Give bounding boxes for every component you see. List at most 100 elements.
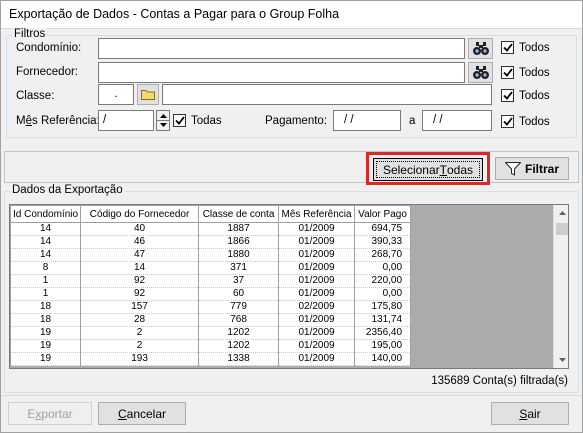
table-cell: 01/2009 xyxy=(278,326,356,340)
table-cell: 390,33 xyxy=(354,235,412,249)
footer-divider xyxy=(1,395,582,396)
table-cell: 01/2009 xyxy=(278,339,356,353)
column-header[interactable]: Mês Referência xyxy=(278,205,356,223)
table-cell: 92 xyxy=(80,274,200,288)
table-cell: 01/2009 xyxy=(278,222,356,236)
table-row[interactable]: 18 157 779 02/2009 175,80 xyxy=(10,300,412,314)
pagamento-to-label: a xyxy=(409,115,416,127)
grid-vertical-scrollbar[interactable] xyxy=(553,205,568,368)
fornecedor-label: Fornecedor: xyxy=(16,66,79,78)
mes-referencia-todas-checkbox[interactable]: Todas xyxy=(173,114,222,127)
table-cell: 371 xyxy=(198,261,280,275)
export-button[interactable]: Ex portar xyxy=(8,402,92,425)
classe-code-field[interactable]: . xyxy=(98,84,134,105)
scroll-thumb[interactable] xyxy=(556,223,568,235)
export-data-table: Id Condomínio Código do Fornecedor Class… xyxy=(10,205,412,366)
table-cell: 768 xyxy=(198,313,280,327)
checkbox-box xyxy=(501,89,514,102)
table-cell: 175,80 xyxy=(354,300,412,314)
cancel-button[interactable]: Cancelar xyxy=(98,402,186,425)
table-cell: 19 xyxy=(10,326,82,340)
table-row[interactable]: 1 92 60 01/2009 0,00 xyxy=(10,287,412,301)
exit-button[interactable]: Sair xyxy=(491,402,569,425)
scroll-up-icon[interactable] xyxy=(554,205,568,221)
select-all-button[interactable]: Selecionar Todas xyxy=(373,158,483,181)
table-row[interactable]: 8 14 371 01/2009 0,00 xyxy=(10,261,412,275)
table-cell: 1 xyxy=(10,274,82,288)
table-cell: 01/2009 xyxy=(278,274,356,288)
mes-referencia-field[interactable]: / xyxy=(98,110,154,131)
table-cell: 8 xyxy=(10,261,82,275)
export-data-grid[interactable]: Id Condomínio Código do Fornecedor Class… xyxy=(9,204,569,369)
table-cell: 2 xyxy=(80,326,200,340)
pagamento-to-field[interactable]: / / xyxy=(422,110,492,131)
fornecedor-search-button[interactable] xyxy=(468,62,493,83)
table-row[interactable]: 19 2 1202 01/2009 195,00 xyxy=(10,339,412,353)
checkmark-icon xyxy=(502,68,513,77)
condominio-search-button[interactable] xyxy=(468,38,493,59)
table-cell: 2 xyxy=(80,339,200,353)
condominio-todos-checkbox[interactable]: Todos xyxy=(501,41,550,54)
fornecedor-field[interactable] xyxy=(98,62,465,83)
table-cell: 14 xyxy=(10,248,82,262)
fornecedor-todos-checkbox[interactable]: Todos xyxy=(501,66,550,79)
table-cell: 2356,40 xyxy=(354,326,412,340)
table-row[interactable]: 19 193 1338 01/2009 140,00 xyxy=(10,352,412,366)
table-cell: 1 xyxy=(10,287,82,301)
mes-referencia-todas-label: Todas xyxy=(191,114,222,127)
table-row[interactable]: 1 92 37 01/2009 220,00 xyxy=(10,274,412,288)
condominio-todos-label: Todos xyxy=(519,41,550,54)
table-row[interactable]: 14 46 1866 01/2009 390,33 xyxy=(10,235,412,249)
classe-todos-label: Todos xyxy=(519,89,550,102)
table-cell: 01/2009 xyxy=(278,313,356,327)
column-header[interactable]: Código do Fornecedor xyxy=(80,205,200,223)
classe-folder-button[interactable] xyxy=(137,84,159,105)
pagamento-from-field[interactable]: / / xyxy=(333,110,401,131)
window-title: Exportação de Dados - Contas a Pagar par… xyxy=(9,7,340,21)
mes-referencia-spinner[interactable] xyxy=(156,110,170,131)
filter-button-label: Filtrar xyxy=(524,161,559,176)
table-row[interactable]: 19 2 1202 01/2009 2356,40 xyxy=(10,326,412,340)
table-cell: 779 xyxy=(198,300,280,314)
classe-todos-checkbox[interactable]: Todos xyxy=(501,89,550,102)
filter-button[interactable]: Filtrar xyxy=(495,157,569,180)
binoculars-icon xyxy=(472,41,489,55)
table-cell: 193 xyxy=(80,352,200,366)
spin-up-icon[interactable] xyxy=(157,111,169,120)
column-header[interactable]: Classe de conta xyxy=(198,205,280,223)
table-row[interactable]: 18 28 768 01/2009 131,74 xyxy=(10,313,412,327)
table-cell: 01/2009 xyxy=(278,287,356,301)
column-header[interactable]: Valor Pago xyxy=(354,205,412,223)
table-cell: 19 xyxy=(10,352,82,366)
table-cell: 268,70 xyxy=(354,248,412,262)
table-cell: 694,75 xyxy=(354,222,412,236)
condominio-field[interactable] xyxy=(98,38,465,59)
column-header[interactable]: Id Condomínio xyxy=(10,205,82,223)
pagamento-todos-checkbox[interactable]: Todos xyxy=(501,115,550,128)
checkmark-icon xyxy=(174,116,185,125)
checkbox-box xyxy=(501,41,514,54)
table-row[interactable]: 14 47 1880 01/2009 268,70 xyxy=(10,248,412,262)
table-cell: 195,00 xyxy=(354,339,412,353)
table-header-row: Id Condomínio Código do Fornecedor Class… xyxy=(10,205,412,223)
table-cell: 60 xyxy=(198,287,280,301)
table-cell: 131,74 xyxy=(354,313,412,327)
table-cell: 140,00 xyxy=(354,352,412,366)
spin-down-icon[interactable] xyxy=(157,120,169,129)
table-cell: 37 xyxy=(198,274,280,288)
condominio-label: Condomínio: xyxy=(16,42,82,54)
table-cell: 1338 xyxy=(198,352,280,366)
table-cell: 0,00 xyxy=(354,261,412,275)
table-cell: 92 xyxy=(80,287,200,301)
table-cell: 01/2009 xyxy=(278,235,356,249)
table-cell: 40 xyxy=(80,222,200,236)
classe-description-field[interactable] xyxy=(162,84,492,105)
table-cell: 0,00 xyxy=(354,287,412,301)
table-cell: 01/2009 xyxy=(278,248,356,262)
table-row[interactable]: 14 40 1887 01/2009 694,75 xyxy=(10,222,412,236)
table-cell: 14 xyxy=(80,261,200,275)
scroll-down-icon[interactable] xyxy=(554,352,568,368)
table-cell: 1887 xyxy=(198,222,280,236)
checkbox-box xyxy=(173,114,186,127)
checkmark-icon xyxy=(502,43,513,52)
